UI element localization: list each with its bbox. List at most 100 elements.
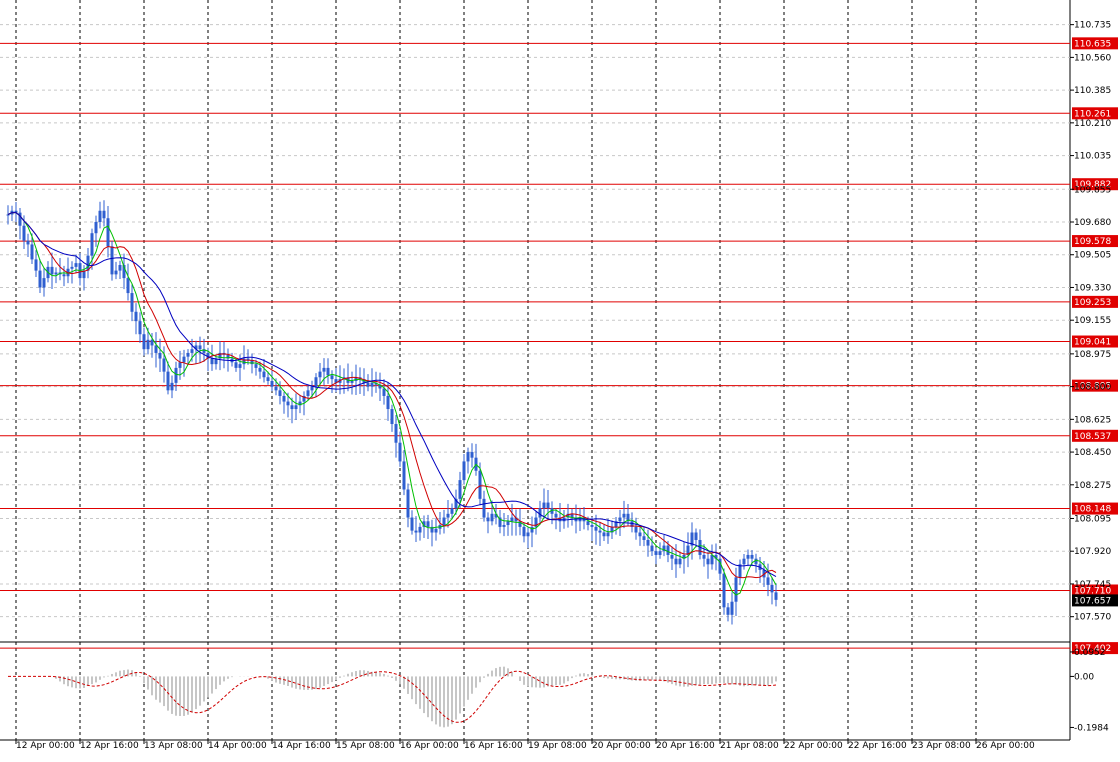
candle-body: [642, 536, 646, 540]
candle-body: [162, 358, 166, 372]
candle-body: [766, 577, 770, 585]
candle-body: [110, 246, 114, 275]
y-tick-label: 108.625: [1074, 415, 1111, 425]
x-tick-label: 13 Apr 08:00: [144, 741, 203, 751]
x-tick-label: 19 Apr 08:00: [528, 741, 587, 751]
candle-body: [390, 409, 394, 425]
y-tick-label: 110.385: [1074, 86, 1111, 96]
candle-body: [590, 525, 594, 527]
candle-body: [170, 382, 174, 391]
candle-body: [602, 532, 606, 537]
candle-body: [666, 545, 670, 555]
candle-body: [774, 592, 778, 600]
level-label: 109.253: [1074, 298, 1111, 308]
candle-body: [734, 577, 738, 602]
candle-body: [270, 380, 274, 387]
x-tick-label: 23 Apr 08:00: [912, 741, 971, 751]
x-tick-label: 14 Apr 00:00: [208, 741, 267, 751]
candle-body: [622, 513, 626, 518]
candle-body: [158, 352, 162, 359]
y-tick-label: 109.505: [1074, 251, 1111, 261]
osc-tick-label: 0.00: [1074, 672, 1094, 682]
y-tick-label: 109.155: [1074, 316, 1111, 326]
candle-body: [186, 352, 190, 357]
candle-body: [674, 558, 678, 565]
candle-body: [754, 558, 758, 565]
candle-body: [678, 558, 682, 565]
candle-body: [386, 395, 390, 410]
candle-body: [318, 371, 322, 378]
candle-body: [658, 551, 662, 555]
candle-body: [94, 221, 98, 234]
candle-body: [330, 375, 334, 380]
level-label: 108.148: [1074, 505, 1111, 515]
y-tick-label: 109.330: [1074, 283, 1111, 293]
candle-body: [114, 270, 118, 275]
candle-body: [310, 386, 314, 391]
candle-body: [190, 349, 194, 353]
candle-body: [326, 367, 330, 376]
x-tick-label: 22 Apr 16:00: [848, 741, 907, 751]
candle-body: [134, 311, 138, 322]
candle-body: [450, 508, 454, 514]
candle-body: [254, 364, 258, 368]
osc-tick-label: -0.1984: [1074, 723, 1109, 733]
candle-body: [306, 390, 310, 396]
candle-body: [470, 452, 474, 458]
y-tick-label: 107.570: [1074, 613, 1111, 623]
candle-body: [366, 382, 370, 387]
candle-body: [130, 293, 134, 312]
candle-body: [282, 395, 286, 402]
candle-body: [126, 278, 130, 294]
candle-body: [606, 532, 610, 537]
candle-body: [30, 244, 34, 260]
y-tick-label: 108.975: [1074, 350, 1111, 360]
candle-body: [462, 461, 466, 481]
level-label: 108.537: [1074, 432, 1111, 442]
candle-body: [210, 358, 214, 365]
candle-body: [74, 263, 78, 267]
candle-body: [98, 210, 102, 222]
candle-body: [154, 345, 158, 353]
candle-body: [522, 526, 526, 537]
chart-canvas[interactable]: 110.635110.261109.882109.578109.253109.0…: [0, 0, 1120, 758]
candle-body: [702, 554, 706, 559]
level-label: 110.635: [1074, 39, 1111, 49]
candle-body: [238, 364, 242, 368]
candle-body: [410, 517, 414, 531]
x-tick-label: 12 Apr 16:00: [80, 741, 139, 751]
candle-body: [294, 405, 298, 410]
candle-body: [726, 607, 730, 615]
y-tick-label: 109.855: [1074, 185, 1111, 195]
candle-body: [618, 517, 622, 522]
osc-tick-label: 0.0952: [1074, 648, 1106, 658]
x-tick-label: 20 Apr 00:00: [592, 741, 651, 751]
candle-body: [490, 513, 494, 522]
candle-body: [262, 371, 266, 378]
candle-body: [426, 521, 430, 527]
candle-body: [502, 525, 506, 527]
candle-body: [42, 278, 46, 288]
candle-body: [750, 554, 754, 559]
candle-body: [706, 558, 710, 565]
candle-body: [650, 545, 654, 552]
candle-body: [670, 554, 674, 559]
candle-body: [586, 521, 590, 526]
candle-body: [730, 601, 734, 615]
candle-body: [174, 367, 178, 383]
candle-body: [50, 266, 54, 275]
candle-body: [266, 377, 270, 381]
candle-body: [54, 272, 58, 275]
candle-body: [182, 356, 186, 363]
level-label: 109.578: [1074, 237, 1111, 247]
candle-body: [546, 502, 550, 509]
x-tick-label: 16 Apr 00:00: [400, 741, 459, 751]
candle-body: [350, 380, 354, 383]
candle-body: [458, 480, 462, 499]
candle-body: [486, 517, 490, 522]
candle-body: [150, 339, 154, 346]
candle-body: [118, 265, 122, 271]
candle-body: [526, 532, 530, 537]
candle-body: [34, 259, 38, 271]
price-chart[interactable]: 110.635 110.261 109.882 109.578 109.253 109.0…: [0, 0, 1120, 758]
